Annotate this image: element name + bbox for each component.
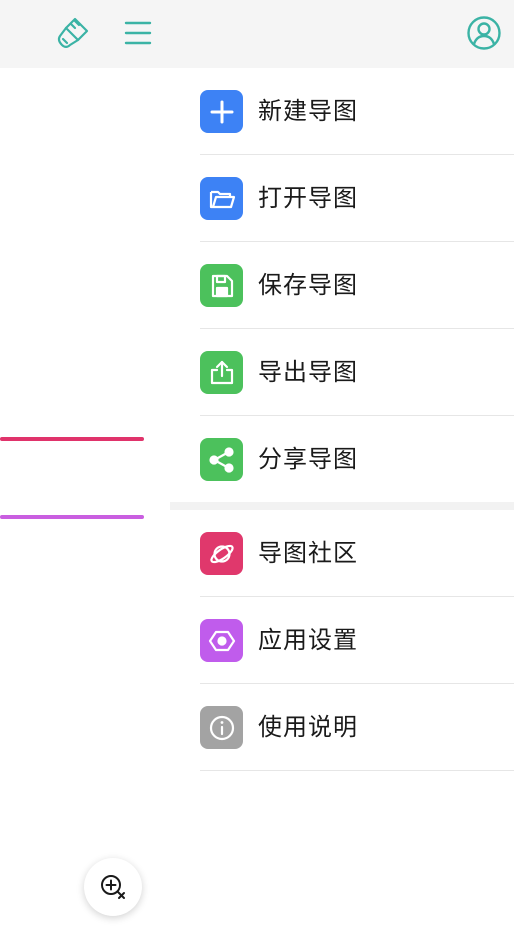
menu-group-app: 导图社区 应用设置 使用说明 [170, 510, 514, 771]
menu-item-label: 打开导图 [258, 184, 358, 212]
user-avatar-icon[interactable] [465, 14, 503, 52]
menu-item-label: 分享导图 [258, 445, 358, 473]
zoom-in-icon [101, 875, 125, 899]
info-icon [200, 706, 243, 749]
menu-item-settings[interactable]: 应用设置 [170, 597, 514, 684]
menu-item-label: 导图社区 [258, 539, 358, 567]
menu-item-open-map[interactable]: 打开导图 [170, 155, 514, 242]
save-icon [200, 264, 243, 307]
export-icon [200, 351, 243, 394]
top-toolbar [0, 0, 514, 68]
menu-item-help[interactable]: 使用说明 [170, 684, 514, 771]
menu-item-label: 导出导图 [258, 358, 358, 386]
menu-item-label: 保存导图 [258, 271, 358, 299]
menu-item-label: 应用设置 [258, 626, 358, 654]
share-icon [200, 438, 243, 481]
menu-item-new-map[interactable]: 新建导图 [170, 68, 514, 155]
plus-icon [200, 90, 243, 133]
menu-item-community[interactable]: 导图社区 [170, 510, 514, 597]
mindmap-branch-line [0, 437, 144, 441]
menu-group-file: 新建导图 打开导图 保存导图 导出导图 分享导图 [170, 68, 514, 503]
zoom-in-button[interactable] [84, 858, 142, 916]
menu-item-export-map[interactable]: 导出导图 [170, 329, 514, 416]
group-separator [170, 502, 514, 510]
side-menu: 新建导图 打开导图 保存导图 导出导图 分享导图 导图社区 应用设置 使用说明 [170, 68, 514, 771]
menu-icon[interactable] [119, 14, 157, 52]
menu-item-save-map[interactable]: 保存导图 [170, 242, 514, 329]
hexagon-settings-icon [200, 619, 243, 662]
planet-icon [200, 532, 243, 575]
menu-item-share-map[interactable]: 分享导图 [170, 416, 514, 503]
brush-icon[interactable] [54, 14, 92, 52]
folder-open-icon [200, 177, 243, 220]
menu-item-label: 使用说明 [258, 713, 358, 741]
divider [200, 770, 514, 771]
mindmap-branch-line [0, 515, 144, 519]
menu-item-label: 新建导图 [258, 97, 358, 125]
